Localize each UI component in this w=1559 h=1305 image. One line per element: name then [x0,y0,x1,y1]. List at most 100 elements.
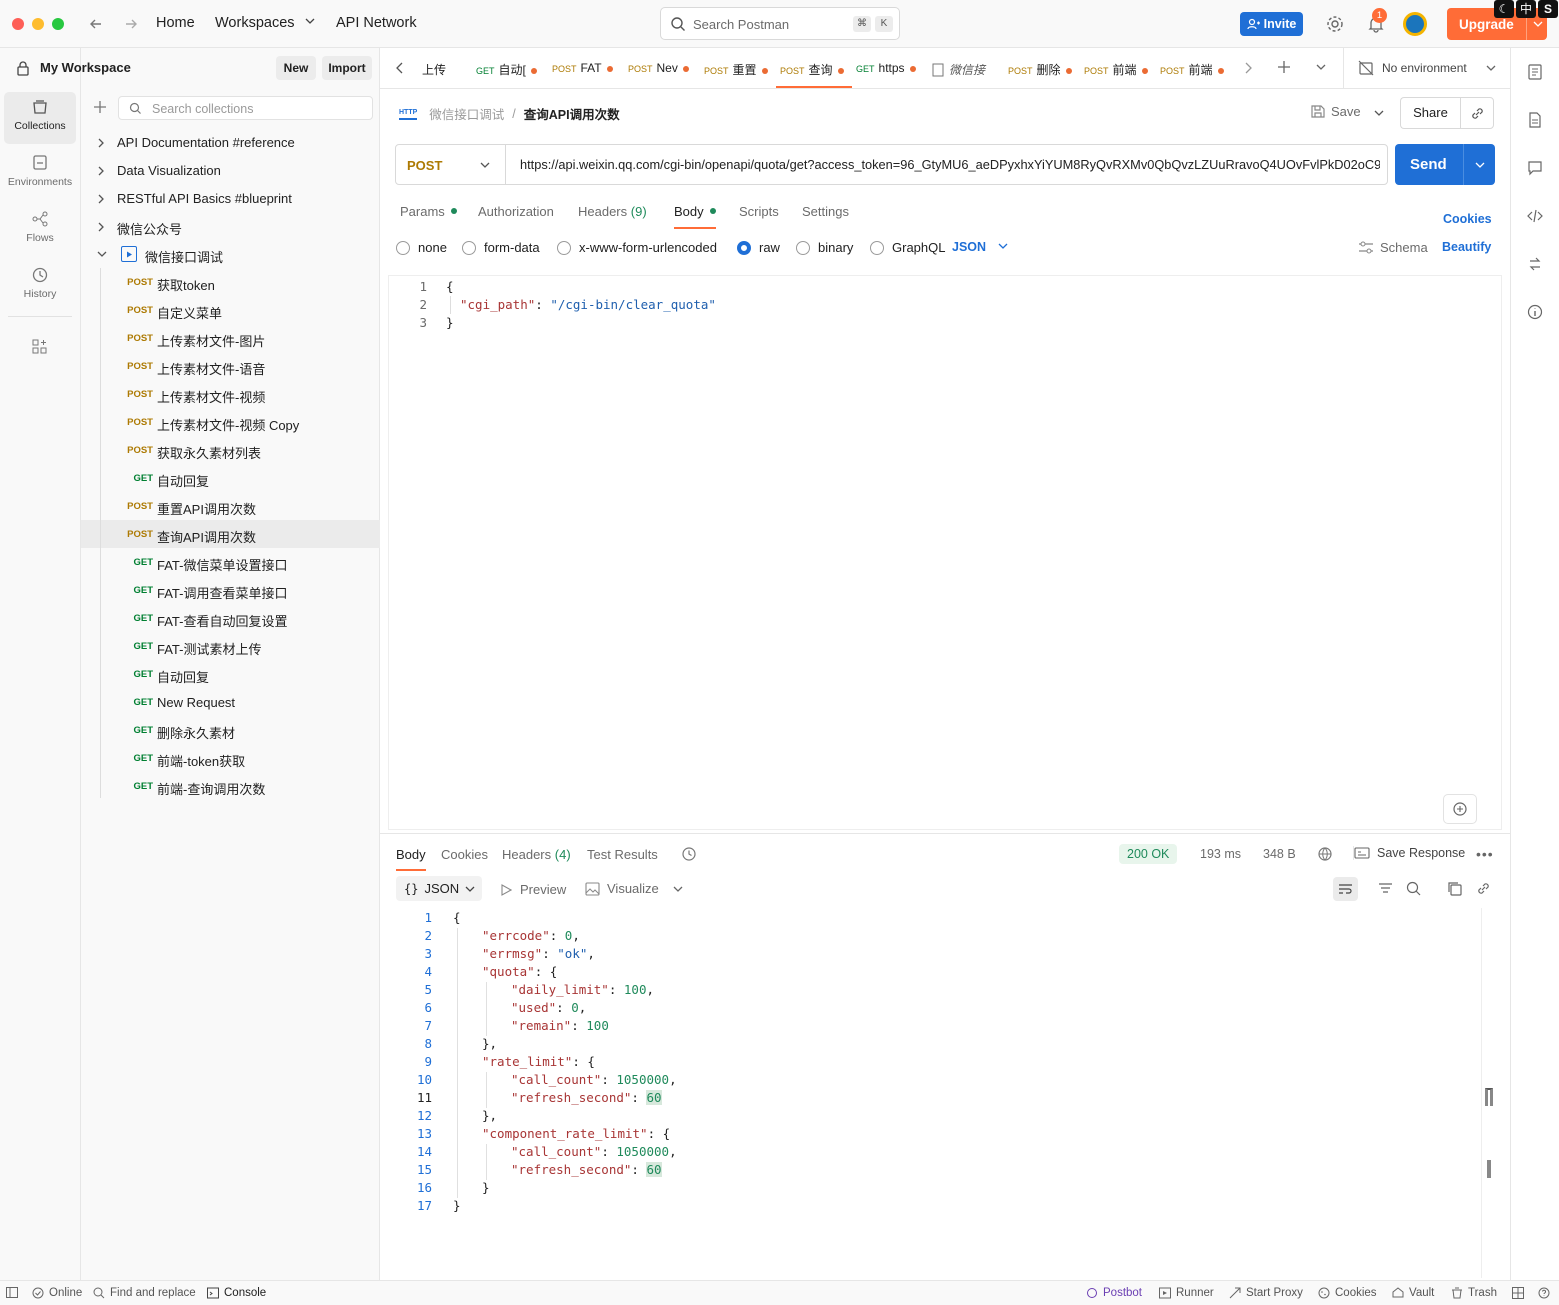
comments-icon[interactable] [1527,160,1543,176]
api-network-link[interactable]: API Network [336,15,417,31]
copy-link-icon[interactable] [1460,97,1494,129]
new-button[interactable]: New [276,56,316,80]
url-input[interactable]: https://api.weixin.qq.com/cgi-bin/openap… [520,157,1380,172]
schema-button[interactable]: Schema [1358,240,1428,255]
request-item[interactable]: GET FAT-微信菜单设置接口 [81,548,380,576]
document-icon[interactable] [1527,112,1543,128]
runner-button[interactable]: Runner [1159,1287,1214,1299]
tabs-overflow-chevron-icon[interactable] [1316,63,1326,71]
related-collections-icon[interactable] [1527,256,1543,272]
status-badge[interactable]: 200 OK [1119,844,1178,864]
configure-sidebar-icon[interactable] [31,338,49,356]
collection-item[interactable]: 微信公众号 [81,212,380,240]
rail-flows[interactable]: Flows [4,204,76,256]
close-window-button[interactable] [12,18,24,30]
breadcrumb-parent[interactable]: 微信接口调试 [429,104,504,123]
resp-tab-headers[interactable]: Headers (4) [502,847,571,862]
request-tab[interactable]: POST 重置 [700,48,776,88]
request-item[interactable]: GET 前端-token获取 [81,744,380,772]
save-options-chevron-icon[interactable] [1374,109,1384,117]
start-proxy-button[interactable]: Start Proxy [1229,1287,1303,1299]
environment-selector[interactable]: No environment [1343,48,1510,88]
settings-gear-icon[interactable] [1326,15,1344,33]
forward-arrow-icon[interactable] [123,16,139,32]
collection-item[interactable]: 微信接口调试 [81,240,380,268]
chevron-right-icon[interactable] [97,222,105,232]
collection-item[interactable]: API Documentation #reference [81,128,380,156]
tab-authorization[interactable]: Authorization [478,204,554,219]
request-tab[interactable]: POST 删除 [1004,48,1080,88]
tab-params[interactable]: Params [400,204,457,219]
rail-history[interactable]: History [4,260,76,312]
request-item[interactable]: POST 查询API调用次数 [81,520,380,548]
response-format-select[interactable]: {} JSON [396,876,482,901]
resp-tab-cookies[interactable]: Cookies [441,847,488,862]
request-title[interactable]: 查询API调用次数 [524,104,620,123]
request-tab[interactable]: POST Nev [624,48,700,88]
save-button[interactable]: Save [1310,104,1361,119]
cookies-button[interactable]: Cookies [1318,1287,1377,1299]
send-options-chevron-icon[interactable] [1463,144,1495,185]
request-tab[interactable]: POST 前端 [1156,48,1228,88]
copy-icon[interactable] [1447,881,1462,896]
request-item[interactable]: POST 获取永久素材列表 [81,436,380,464]
request-item[interactable]: GET 删除永久素材 [81,716,380,744]
home-link[interactable]: Home [156,15,195,31]
visualize-chevron-icon[interactable] [673,885,683,893]
global-search[interactable]: Search Postman ⌘ K [660,7,900,40]
documentation-icon[interactable] [1527,64,1543,80]
request-item[interactable]: POST 上传素材文件-视频 Copy [81,408,380,436]
help-icon[interactable] [1538,1287,1550,1299]
tab-body[interactable]: Body [674,204,716,229]
minimize-window-button[interactable] [32,18,44,30]
request-tab[interactable]: GET https [852,48,928,88]
response-size[interactable]: 348 B [1263,847,1296,861]
rail-collections[interactable]: Collections [4,92,76,144]
console-button[interactable]: Console [207,1287,266,1299]
radio-graphql[interactable]: GraphQL [870,240,945,255]
tabs-scroll-right-icon[interactable] [1243,62,1253,74]
new-tab-plus-icon[interactable] [1277,60,1291,74]
response-scrollbar[interactable] [1481,908,1495,1278]
request-item[interactable]: GET FAT-测试素材上传 [81,632,380,660]
search-icon[interactable] [1406,881,1421,896]
add-collection-icon[interactable] [93,100,107,114]
search-collections-input[interactable]: Search collections [118,96,373,120]
request-item[interactable]: POST 获取token [81,268,380,296]
chevron-right-icon[interactable] [97,166,105,176]
invite-button[interactable]: Invite [1240,12,1303,36]
visualize-button[interactable]: Visualize [585,881,659,896]
ai-assist-icon[interactable] [1443,794,1477,824]
chevron-down-icon[interactable] [97,250,107,258]
scrollbar-thumb[interactable] [1487,1160,1491,1178]
request-item[interactable]: POST 自定义菜单 [81,296,380,324]
postbot-button[interactable]: Postbot [1086,1287,1142,1299]
collection-item[interactable]: RESTful API Basics #blueprint [81,184,380,212]
rail-environments[interactable]: Environments [4,148,76,200]
response-body-viewer[interactable]: 1 {2 "errcode": 0, 3 "errmsg": "ok", 4 "quota"… [388,908,1482,1278]
toggle-sidebar-icon[interactable] [6,1287,18,1298]
beautify-button[interactable]: Beautify [1442,240,1491,254]
radio-form-data[interactable]: form-data [462,240,540,255]
request-tab[interactable]: 微信接 [928,48,1004,88]
request-tab[interactable]: POST 前端 [1080,48,1156,88]
request-item[interactable]: GET FAT-调用查看菜单接口 [81,576,380,604]
tab-settings[interactable]: Settings [802,204,849,219]
request-item[interactable]: GET 自动回复 [81,660,380,688]
send-button[interactable]: Send [1395,144,1495,185]
tab-scripts[interactable]: Scripts [739,204,779,219]
trash-button[interactable]: Trash [1451,1287,1497,1299]
tab-headers[interactable]: Headers (9) [578,204,647,219]
layout-grid-icon[interactable] [1512,1287,1524,1299]
network-globe-icon[interactable] [1317,846,1333,862]
share-button[interactable]: Share [1400,97,1460,129]
request-item[interactable]: POST 上传素材文件-语音 [81,352,380,380]
request-item[interactable]: GET New Request [81,688,380,716]
request-item[interactable]: POST 重置API调用次数 [81,492,380,520]
back-arrow-icon[interactable] [88,16,104,32]
workspace-name[interactable]: My Workspace [40,60,131,75]
request-item[interactable]: GET 前端-查询调用次数 [81,772,380,800]
request-item[interactable]: POST 上传素材文件-视频 [81,380,380,408]
link-icon[interactable] [1476,881,1491,896]
radio-none[interactable]: none [396,240,447,255]
